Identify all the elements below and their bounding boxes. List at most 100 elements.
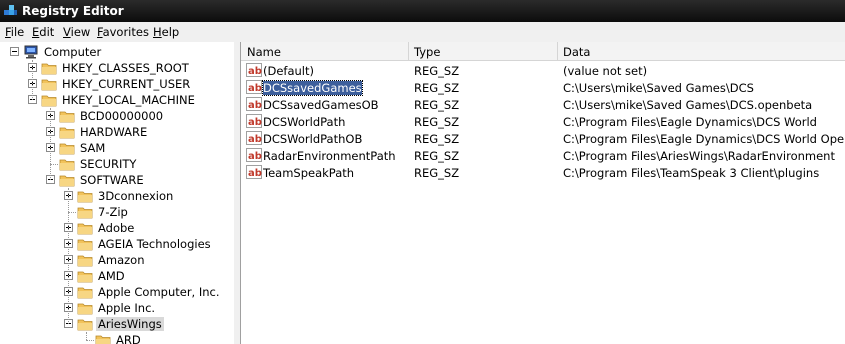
folder-icon: [95, 335, 111, 344]
tree-node-label: Computer: [44, 45, 102, 59]
tree-node-label: HKEY_CLASSES_ROOT: [62, 61, 189, 75]
computer-icon: [24, 45, 38, 59]
folder-icon: [59, 127, 75, 139]
column-divider[interactable]: [557, 42, 558, 60]
column-type[interactable]: Type: [414, 45, 440, 59]
column-divider[interactable]: [408, 42, 409, 60]
tree-node-label: BCD00000000: [80, 109, 164, 123]
value-type: REG_SZ: [414, 166, 460, 180]
folder-icon: [41, 63, 57, 75]
window-title: Registry Editor: [22, 4, 124, 18]
tree-node-label: Apple Inc.: [98, 301, 156, 315]
menu-view[interactable]: View: [63, 25, 90, 39]
tree-node-label: HKEY_CURRENT_USER: [62, 77, 191, 91]
tree-connector: [50, 108, 51, 180]
value-data: C:\Program Files\Eagle Dynamics\DCS Worl…: [563, 132, 845, 146]
value-row[interactable]: ab RadarEnvironmentPath REG_SZ C:\Program F…: [241, 147, 845, 164]
menu-file[interactable]: File: [5, 25, 24, 39]
string-value-icon: ab: [246, 80, 262, 94]
title-bar[interactable]: Registry Editor: [0, 0, 845, 22]
string-value-icon: ab: [246, 165, 262, 179]
tree-connector: [68, 188, 69, 324]
folder-open-icon: [77, 319, 93, 331]
list-header: Name Type Data: [241, 42, 845, 61]
tree-node-label: AMD: [98, 269, 125, 283]
tree-node-label: Adobe: [98, 221, 135, 235]
value-list[interactable]: Name Type Data ab (Default) REG_SZ (value n…: [241, 42, 845, 344]
tree-connector: [68, 212, 76, 213]
column-data[interactable]: Data: [563, 45, 590, 59]
string-value-icon: ab: [246, 97, 262, 111]
folder-icon: [77, 271, 93, 283]
string-value-icon: ab: [246, 114, 262, 128]
value-name: DCSsavedGames: [262, 80, 363, 96]
value-name: (Default): [263, 64, 314, 78]
menu-edit[interactable]: Edit: [32, 25, 54, 39]
folder-icon: [41, 95, 57, 107]
key-tree[interactable]: Computer HKEY_CLASSES_ROOT HKEY_CURRENT_US…: [0, 42, 235, 344]
value-data: C:\Program Files\AriesWings\RadarEnviron…: [563, 149, 835, 163]
folder-icon: [41, 79, 57, 91]
tree-node-label: HKEY_LOCAL_MACHINE: [62, 93, 195, 107]
value-row[interactable]: ab TeamSpeakPath REG_SZ C:\Program Files\Te…: [241, 164, 845, 181]
tree-node-label: 7-Zip: [98, 205, 128, 219]
folder-icon: [77, 287, 93, 299]
value-row[interactable]: ab DCSWorldPath REG_SZ C:\Program Files\Eag…: [241, 113, 845, 130]
tree-node-label: SOFTWARE: [80, 173, 144, 187]
value-name: DCSsavedGamesOB: [263, 98, 379, 112]
value-data: C:\Users\mike\Saved Games\DCS.openbeta: [563, 98, 813, 112]
tree-node-label: Apple Computer, Inc.: [98, 285, 220, 299]
svg-text:ab: ab: [248, 117, 262, 128]
value-data: C:\Program Files\Eagle Dynamics\DCS Worl…: [563, 115, 817, 129]
column-name[interactable]: Name: [247, 45, 281, 59]
folder-icon: [77, 255, 93, 267]
value-type: REG_SZ: [414, 98, 460, 112]
menu-favorites[interactable]: Favorites: [97, 25, 149, 39]
svg-text:ab: ab: [248, 66, 262, 77]
value-row[interactable]: ab DCSsavedGamesOB REG_SZ C:\Users\mike\Sav…: [241, 96, 845, 113]
value-name: RadarEnvironmentPath: [263, 149, 396, 163]
folder-icon: [77, 207, 93, 219]
tree-node-label: 3Dconnexion: [98, 189, 174, 203]
svg-text:ab: ab: [248, 151, 262, 162]
tree-node-label: Amazon: [98, 253, 145, 267]
menu-help[interactable]: Help: [153, 25, 179, 39]
string-value-icon: ab: [246, 131, 262, 145]
svg-text:ab: ab: [248, 83, 262, 94]
value-name: DCSWorldPath: [263, 115, 346, 129]
string-value-icon: ab: [246, 148, 262, 162]
tree-node-label: ARD: [116, 333, 141, 344]
collapse-icon[interactable]: [10, 47, 19, 56]
svg-text:ab: ab: [248, 100, 262, 111]
tree-connector: [50, 164, 58, 165]
tree-node-label: AGEIA Technologies: [98, 237, 211, 251]
value-row[interactable]: ab DCSWorldPathOB REG_SZ C:\Program Files\E…: [241, 130, 845, 147]
value-row[interactable]: ab (Default) REG_SZ (value not set): [241, 62, 845, 79]
value-type: REG_SZ: [414, 115, 460, 129]
folder-icon: [77, 303, 93, 315]
tree-node-label: AriesWings: [96, 317, 164, 331]
folder-icon: [59, 159, 75, 171]
folder-icon: [59, 143, 75, 155]
value-row[interactable]: ab DCSsavedGames REG_SZ C:\Users\mike\Saved…: [241, 79, 845, 96]
tree-node-label: SECURITY: [80, 157, 137, 171]
value-type: REG_SZ: [414, 149, 460, 163]
value-type: REG_SZ: [414, 64, 460, 78]
svg-text:ab: ab: [248, 168, 262, 179]
folder-icon: [77, 239, 93, 251]
tree-connector: [32, 60, 33, 100]
registry-editor-icon: [4, 5, 17, 15]
tree-connector: [86, 340, 94, 341]
svg-text:ab: ab: [248, 134, 262, 145]
tree-connector: [86, 332, 87, 340]
folder-icon: [77, 223, 93, 235]
value-data: (value not set): [563, 64, 648, 78]
menu-bar: File Edit View Favorites Help: [0, 22, 845, 43]
pane-splitter[interactable]: [234, 42, 241, 344]
value-name: TeamSpeakPath: [263, 166, 355, 180]
folder-icon: [77, 191, 93, 203]
value-data: C:\Users\mike\Saved Games\DCS: [563, 81, 754, 95]
folder-icon: [59, 111, 75, 123]
folder-icon: [59, 175, 75, 187]
value-type: REG_SZ: [414, 81, 460, 95]
